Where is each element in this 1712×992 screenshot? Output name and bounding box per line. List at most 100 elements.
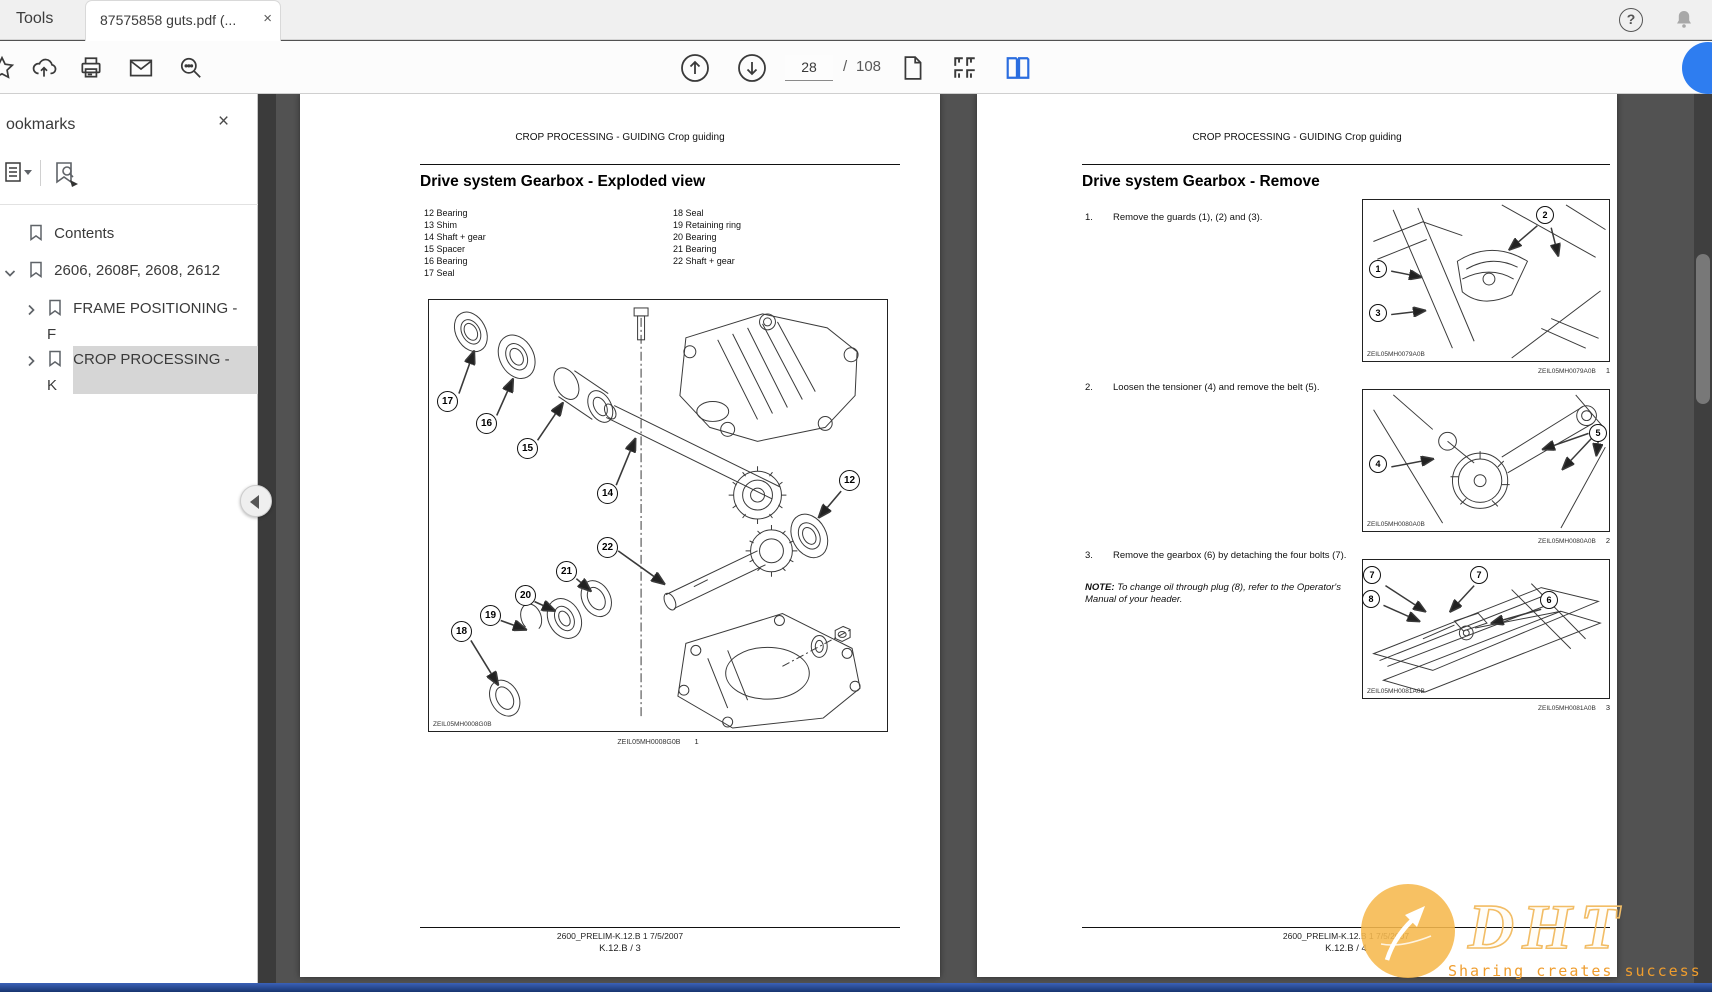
parts-list-item: 16 Bearing xyxy=(424,256,468,266)
chevron-right-icon[interactable] xyxy=(24,303,38,322)
find-current-bookmark-icon[interactable] xyxy=(52,160,82,190)
close-tab-icon[interactable]: × xyxy=(263,10,272,27)
callout-6: 6 xyxy=(1540,591,1558,609)
pdf-page-right: CROP PROCESSING - GUIDING Crop guiding D… xyxy=(977,94,1617,977)
chevron-down-icon[interactable] xyxy=(3,266,17,285)
callout-8: 8 xyxy=(1362,590,1380,608)
bookmark-label: Contents xyxy=(54,225,114,242)
parts-list-item: 15 Spacer xyxy=(424,244,465,254)
zoom-icon[interactable] xyxy=(178,55,204,81)
step-text: Loosen the tensioner (4) and remove the … xyxy=(1113,382,1353,394)
step-text: Remove the guards (1), (2) and (3). xyxy=(1113,212,1353,224)
bookmarks-panel: ookmarks × Contents 2606, 2608F, 2608, 2… xyxy=(0,94,258,992)
figure-number: 1 xyxy=(694,737,698,746)
email-icon[interactable] xyxy=(128,55,154,81)
notifications-bell-icon[interactable] xyxy=(1672,8,1696,32)
callout-7: 7 xyxy=(1363,566,1381,584)
bookmark-item-frame-positioning[interactable]: FRAME POSITIONING - F xyxy=(47,298,243,346)
watermark-logo-text: DHT xyxy=(1467,891,1627,962)
note-text: To change oil through plug (8), refer to… xyxy=(1085,582,1341,605)
previous-page-icon[interactable] xyxy=(680,53,710,83)
figure-code-label: ZEIL05MH0008G0B xyxy=(433,721,492,728)
figure-caption: ZEIL05MH0079A0B1 xyxy=(1362,366,1610,375)
bookmark-item-crop-processing[interactable]: CROP PROCESSING - K xyxy=(47,349,243,397)
page-separator: / xyxy=(843,58,847,75)
scrollbar-thumb[interactable] xyxy=(1696,254,1710,404)
callout-18: 18 xyxy=(451,621,472,642)
parts-list-item: 14 Shaft + gear xyxy=(424,232,486,242)
bookmark-item-contents[interactable]: Contents xyxy=(28,224,114,245)
collapse-sidebar-button[interactable] xyxy=(240,485,272,517)
callout-16: 16 xyxy=(476,413,497,434)
page-header: CROP PROCESSING - GUIDING Crop guiding xyxy=(300,132,940,143)
close-bookmarks-icon[interactable]: × xyxy=(218,111,229,133)
callout-4: 4 xyxy=(1369,455,1387,473)
parts-list-item: 21 Bearing xyxy=(673,244,717,254)
figure-code-label: ZEIL05MH0080A0B xyxy=(1367,521,1425,528)
figure-code-label: ZEIL05MH0081A0B xyxy=(1367,688,1425,695)
figure-caption: ZEIL05MH0008G0B 1 xyxy=(428,737,888,746)
callout-5: 5 xyxy=(1589,424,1607,442)
callout-19: 19 xyxy=(480,605,501,626)
footer-rule xyxy=(420,927,900,928)
page-number-input[interactable]: 28 xyxy=(785,55,833,81)
figure-number: 1 xyxy=(1606,366,1610,375)
figure-number: 3 xyxy=(1606,703,1610,712)
exploded-view-figure: ZEIL05MH0008G0B xyxy=(428,299,888,732)
vertical-scrollbar[interactable] xyxy=(1694,94,1712,992)
parts-list-item: 17 Seal xyxy=(424,268,455,278)
next-page-icon[interactable] xyxy=(737,53,767,83)
watermark-tagline: Sharing creates success xyxy=(1448,962,1702,980)
tab-tools[interactable]: Tools xyxy=(16,10,53,28)
callout-14: 14 xyxy=(597,483,618,504)
bottom-window-edge xyxy=(0,983,1712,992)
step-number: 3. xyxy=(1085,550,1093,561)
bookmark-options-icon[interactable] xyxy=(4,160,34,186)
help-icon[interactable]: ? xyxy=(1619,8,1643,32)
note-paragraph: NOTE: To change oil through plug (8), re… xyxy=(1085,582,1351,607)
bookmarks-panel-title: ookmarks xyxy=(6,116,75,134)
pdf-page-left: CROP PROCESSING - GUIDING Crop guiding D… xyxy=(300,94,940,977)
browser-tabstrip: Tools 87575858 guts.pdf (... × ? xyxy=(0,0,1712,40)
step-number: 2. xyxy=(1085,382,1093,393)
pdf-toolbar: 28 / 108 xyxy=(0,41,1712,94)
panel-edge-band xyxy=(258,94,276,992)
callout-1: 1 xyxy=(1369,260,1387,278)
bookmark-label: FRAME POSITIONING - F xyxy=(47,300,237,343)
section-heading: Drive system Gearbox - Exploded view xyxy=(420,173,705,191)
bookmark-label: CROP PROCESSING - K xyxy=(47,351,230,394)
parts-list-item: 22 Shaft + gear xyxy=(673,256,735,266)
step-number: 1. xyxy=(1085,212,1093,223)
callout-15: 15 xyxy=(517,438,538,459)
callout-21: 21 xyxy=(556,561,577,582)
callout-7b: 7 xyxy=(1470,566,1488,584)
callout-17: 17 xyxy=(437,391,458,412)
figure-caption-code: ZEIL05MH0008G0B xyxy=(617,739,680,746)
bookmark-flag-icon xyxy=(28,261,44,282)
callout-12: 12 xyxy=(839,470,860,491)
bookmark-item-models[interactable]: 2606, 2608F, 2608, 2612 xyxy=(28,261,220,282)
chevron-right-icon[interactable] xyxy=(24,354,38,373)
parts-list-item: 13 Shim xyxy=(424,220,457,230)
tab-pdf-document[interactable]: 87575858 guts.pdf (... × xyxy=(85,0,281,41)
callout-20: 20 xyxy=(515,585,536,606)
page-layout-icon[interactable] xyxy=(952,55,978,81)
figure-number: 2 xyxy=(1606,536,1610,545)
figure-caption-code: ZEIL05MH0080A0B xyxy=(1538,538,1596,545)
parts-list-item: 12 Bearing xyxy=(424,208,468,218)
bookmark-label: 2606, 2608F, 2608, 2612 xyxy=(54,262,220,279)
step-text: Remove the gearbox (6) by detaching the … xyxy=(1113,550,1353,562)
parts-list-item: 19 Retaining ring xyxy=(673,220,741,230)
footer-doc-ref: 2600_PRELIM-K.12.B 1 7/5/2007 xyxy=(300,931,940,941)
collapse-arrow-icon xyxy=(250,495,259,509)
figure-caption-code: ZEIL05MH0081A0B xyxy=(1538,705,1596,712)
bookmark-flag-icon xyxy=(28,224,44,245)
favorites-star-icon[interactable] xyxy=(0,55,15,81)
section-heading: Drive system Gearbox - Remove xyxy=(1082,173,1320,191)
two-page-view-icon[interactable] xyxy=(1005,55,1031,81)
print-icon[interactable] xyxy=(78,55,104,81)
upload-cloud-icon[interactable] xyxy=(31,55,57,81)
single-page-view-icon[interactable] xyxy=(900,55,926,81)
bookmark-flag-icon xyxy=(47,299,63,324)
watermark-arrow-logo xyxy=(1361,884,1455,978)
